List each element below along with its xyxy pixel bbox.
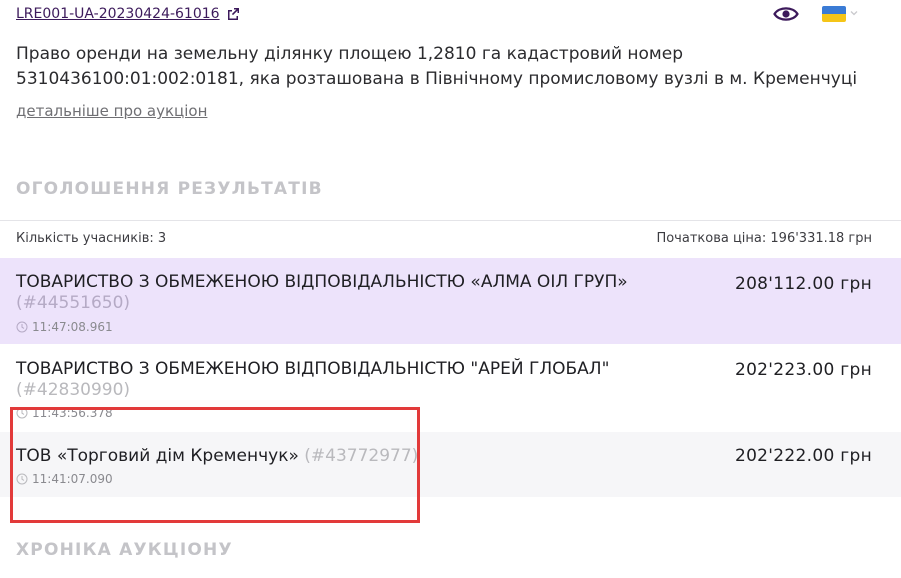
details-link[interactable]: детальніше про аукціон	[16, 102, 207, 120]
bidder-name: ТОВАРИСТВО З ОБМЕЖЕНОЮ ВІДПОВІДАЛЬНІСТЮ …	[16, 272, 628, 313]
bid-time: 11:47:08.961	[16, 320, 113, 334]
results-section-title: ОГОЛОШЕННЯ РЕЗУЛЬТАТІВ	[16, 179, 323, 199]
bidder-id: (#42830990)	[16, 380, 131, 400]
bidder-name: ТОВАРИСТВО З ОБМЕЖЕНОЮ ВІДПОВІДАЛЬНІСТЮ …	[16, 359, 610, 400]
results-summary: Кількість учасників: 3 Початкова ціна: 1…	[16, 231, 872, 246]
annotation-highlight-box	[10, 407, 420, 523]
bid-amount: 208'112.00 грн	[734, 274, 872, 294]
auction-id-text: LRE001-UA-20230424-61016	[16, 6, 220, 22]
ukraine-flag-icon[interactable]	[822, 6, 846, 22]
divider	[0, 220, 901, 221]
bid-row-winner: ТОВАРИСТВО З ОБМЕЖЕНОЮ ВІДПОВІДАЛЬНІСТЮ …	[0, 258, 901, 344]
bidder-id: (#44551650)	[16, 293, 131, 313]
bid-amount: 202'223.00 грн	[734, 360, 872, 380]
clock-icon	[16, 321, 28, 333]
participants-count: Кількість учасників: 3	[16, 231, 167, 246]
chronicle-section-title: ХРОНІКА АУКЦІОНУ	[16, 540, 233, 560]
bid-amount: 202'222.00 грн	[734, 446, 872, 466]
chevron-down-icon[interactable]	[849, 8, 859, 18]
eye-icon[interactable]	[773, 4, 799, 24]
auction-id-link[interactable]: LRE001-UA-20230424-61016	[16, 6, 240, 22]
auction-description: Право оренди на земельну ділянку площею …	[16, 44, 858, 89]
auction-results-page: LRE001-UA-20230424-61016 Право оренди на…	[0, 0, 901, 578]
external-link-icon	[227, 8, 239, 20]
start-price: Початкова ціна: 196'331.18 грн	[656, 231, 872, 246]
